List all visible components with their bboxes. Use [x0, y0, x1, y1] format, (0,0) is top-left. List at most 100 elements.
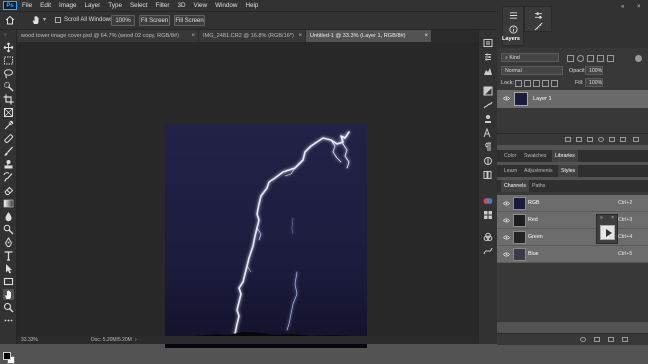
character-panel-icon[interactable] — [483, 128, 493, 138]
collapse-panels-icon[interactable]: « — [621, 4, 624, 10]
hand-tool-preset-icon[interactable] — [31, 15, 41, 25]
brush-settings-icon[interactable] — [483, 100, 493, 110]
type-filter-icon[interactable] — [587, 55, 594, 62]
tool-preset-chevron-icon[interactable]: ▾ — [43, 16, 46, 23]
tab-paths[interactable]: Paths — [529, 180, 548, 192]
floating-panel-collapse-icon[interactable]: » — [600, 215, 603, 221]
lock-position-icon[interactable] — [533, 80, 540, 87]
dodge-tool-icon[interactable] — [3, 224, 14, 235]
canvas-area[interactable] — [17, 42, 478, 348]
paths-panel-icon[interactable] — [483, 246, 493, 256]
menu-select[interactable]: Select — [130, 0, 148, 11]
zoom-level[interactable]: 33.33% — [21, 336, 38, 344]
doc-tab-untitled-1[interactable]: Untitled-1 @ 33.3% (Layer 1, RGB/8#) × — [306, 30, 432, 42]
eyedropper-tool-icon[interactable] — [3, 120, 14, 131]
marquee-tool-icon[interactable] — [3, 55, 14, 66]
adjustments-panel-icon[interactable] — [483, 86, 493, 96]
delete-channel-icon[interactable] — [622, 337, 628, 342]
color-panel-icon[interactable] — [483, 196, 493, 206]
lightning-image[interactable] — [165, 124, 367, 348]
frame-tool-icon[interactable] — [3, 107, 14, 118]
tab-channels[interactable]: Channels — [501, 180, 529, 192]
panel-close-icon[interactable]: × — [637, 4, 641, 10]
hand-tool-icon[interactable] — [3, 289, 14, 300]
history-brush-tool-icon[interactable] — [3, 172, 14, 183]
opacity-value[interactable]: 100% — [585, 66, 603, 75]
load-channel-selection-icon[interactable] — [580, 337, 586, 342]
more-tools-icon[interactable] — [3, 315, 14, 326]
menu-type[interactable]: Type — [108, 0, 122, 11]
libraries-panel-icon[interactable] — [483, 170, 493, 180]
glyphs-panel-icon[interactable] — [483, 156, 493, 166]
visibility-eye-icon[interactable] — [503, 218, 510, 223]
shape-filter-icon[interactable] — [597, 55, 604, 62]
history-panel-icon[interactable] — [483, 38, 493, 48]
levels-panel-icon[interactable] — [483, 66, 493, 76]
paragraph-panel-icon[interactable] — [483, 142, 493, 152]
layer-style-icon[interactable] — [576, 137, 582, 142]
new-layer-icon[interactable] — [620, 137, 626, 142]
layer-name[interactable]: Layer 1 — [533, 90, 552, 108]
eraser-tool-icon[interactable] — [3, 185, 14, 196]
tab-libraries[interactable]: Libraries — [552, 150, 578, 162]
doc-tab-img-2481[interactable]: IMG_2481.CR2 @ 16.8% (RGB/16*) × — [199, 30, 306, 42]
swatches-panel-icon[interactable] — [483, 210, 493, 220]
play-action-button[interactable] — [600, 225, 615, 240]
pixel-filter-icon[interactable] — [567, 55, 574, 62]
lasso-tool-icon[interactable] — [3, 68, 14, 79]
quick-selection-tool-icon[interactable] — [3, 81, 14, 92]
gradient-tool-icon[interactable] — [3, 198, 14, 209]
menu-view[interactable]: View — [194, 0, 208, 11]
fit-screen-button[interactable]: Fit Screen — [139, 15, 170, 26]
zoom-tool-icon[interactable] — [3, 302, 14, 313]
visibility-eye-icon[interactable] — [503, 235, 510, 240]
menu-window[interactable]: Window — [215, 0, 237, 11]
menu-image[interactable]: Image — [59, 0, 77, 11]
scroll-all-windows-checkbox[interactable] — [55, 17, 61, 23]
layer-row[interactable]: Layer 1 — [497, 90, 648, 108]
pen-tool-icon[interactable] — [3, 237, 14, 248]
home-icon[interactable] — [5, 15, 15, 25]
menu-file[interactable]: File — [22, 0, 32, 11]
brush-tool-icon[interactable] — [3, 146, 14, 157]
status-menu-arrow-icon[interactable]: › — [135, 336, 137, 344]
lock-all-icon[interactable] — [551, 80, 558, 87]
type-tool-icon[interactable] — [3, 250, 14, 261]
visibility-eye-icon[interactable] — [503, 201, 510, 206]
save-selection-channel-icon[interactable] — [594, 337, 600, 342]
close-tab-icon[interactable]: × — [298, 30, 302, 42]
tab-swatches[interactable]: Swatches — [521, 150, 550, 162]
menu-filter[interactable]: Filter — [155, 0, 169, 11]
close-tab-icon[interactable]: × — [424, 30, 428, 42]
channels-panel-icon[interactable] — [483, 232, 493, 242]
blend-mode-dropdown[interactable]: Normal — [501, 66, 563, 75]
visibility-eye-icon[interactable] — [503, 96, 510, 101]
tab-styles[interactable]: Styles — [558, 165, 579, 177]
tab-learn[interactable]: Learn — [501, 165, 520, 177]
fill-screen-button[interactable]: Fill Screen — [174, 15, 205, 26]
foreground-color-swatch[interactable] — [3, 352, 11, 360]
zoom-100-button[interactable]: 100% — [111, 15, 135, 26]
layers-tab[interactable]: Layers — [502, 36, 520, 42]
tab-adjustments[interactable]: Adjustments — [521, 165, 556, 177]
fill-value[interactable]: 100% — [585, 78, 603, 87]
clone-stamp-tool-icon[interactable] — [3, 159, 14, 170]
menu-edit[interactable]: Edit — [40, 0, 51, 11]
channel-row-rgb[interactable]: RGB Ctrl+2 — [497, 195, 648, 212]
menu-layer[interactable]: Layer — [85, 0, 101, 11]
lock-artboard-icon[interactable] — [542, 80, 549, 87]
channel-row-red[interactable]: Red Ctrl+3 — [497, 212, 648, 229]
delete-layer-icon[interactable] — [633, 137, 639, 142]
toolbar-grip-icon[interactable]: » — [4, 32, 7, 38]
channel-row-blue[interactable]: Blue Ctrl+5 — [497, 246, 648, 263]
info-icon[interactable] — [509, 25, 518, 34]
tab-color[interactable]: Color — [501, 150, 519, 162]
lock-image-icon[interactable] — [524, 80, 531, 87]
crop-tool-icon[interactable] — [3, 94, 14, 105]
adjustment-filter-icon[interactable] — [577, 55, 584, 62]
floating-panel-close-icon[interactable]: × — [611, 215, 614, 221]
link-layers-icon[interactable] — [565, 137, 571, 142]
menu-help[interactable]: Help — [245, 0, 258, 11]
path-selection-tool-icon[interactable] — [3, 263, 14, 274]
doc-tab-wood-tower[interactable]: wood tower image cover.psd @ 64.7% (wood… — [17, 30, 199, 42]
